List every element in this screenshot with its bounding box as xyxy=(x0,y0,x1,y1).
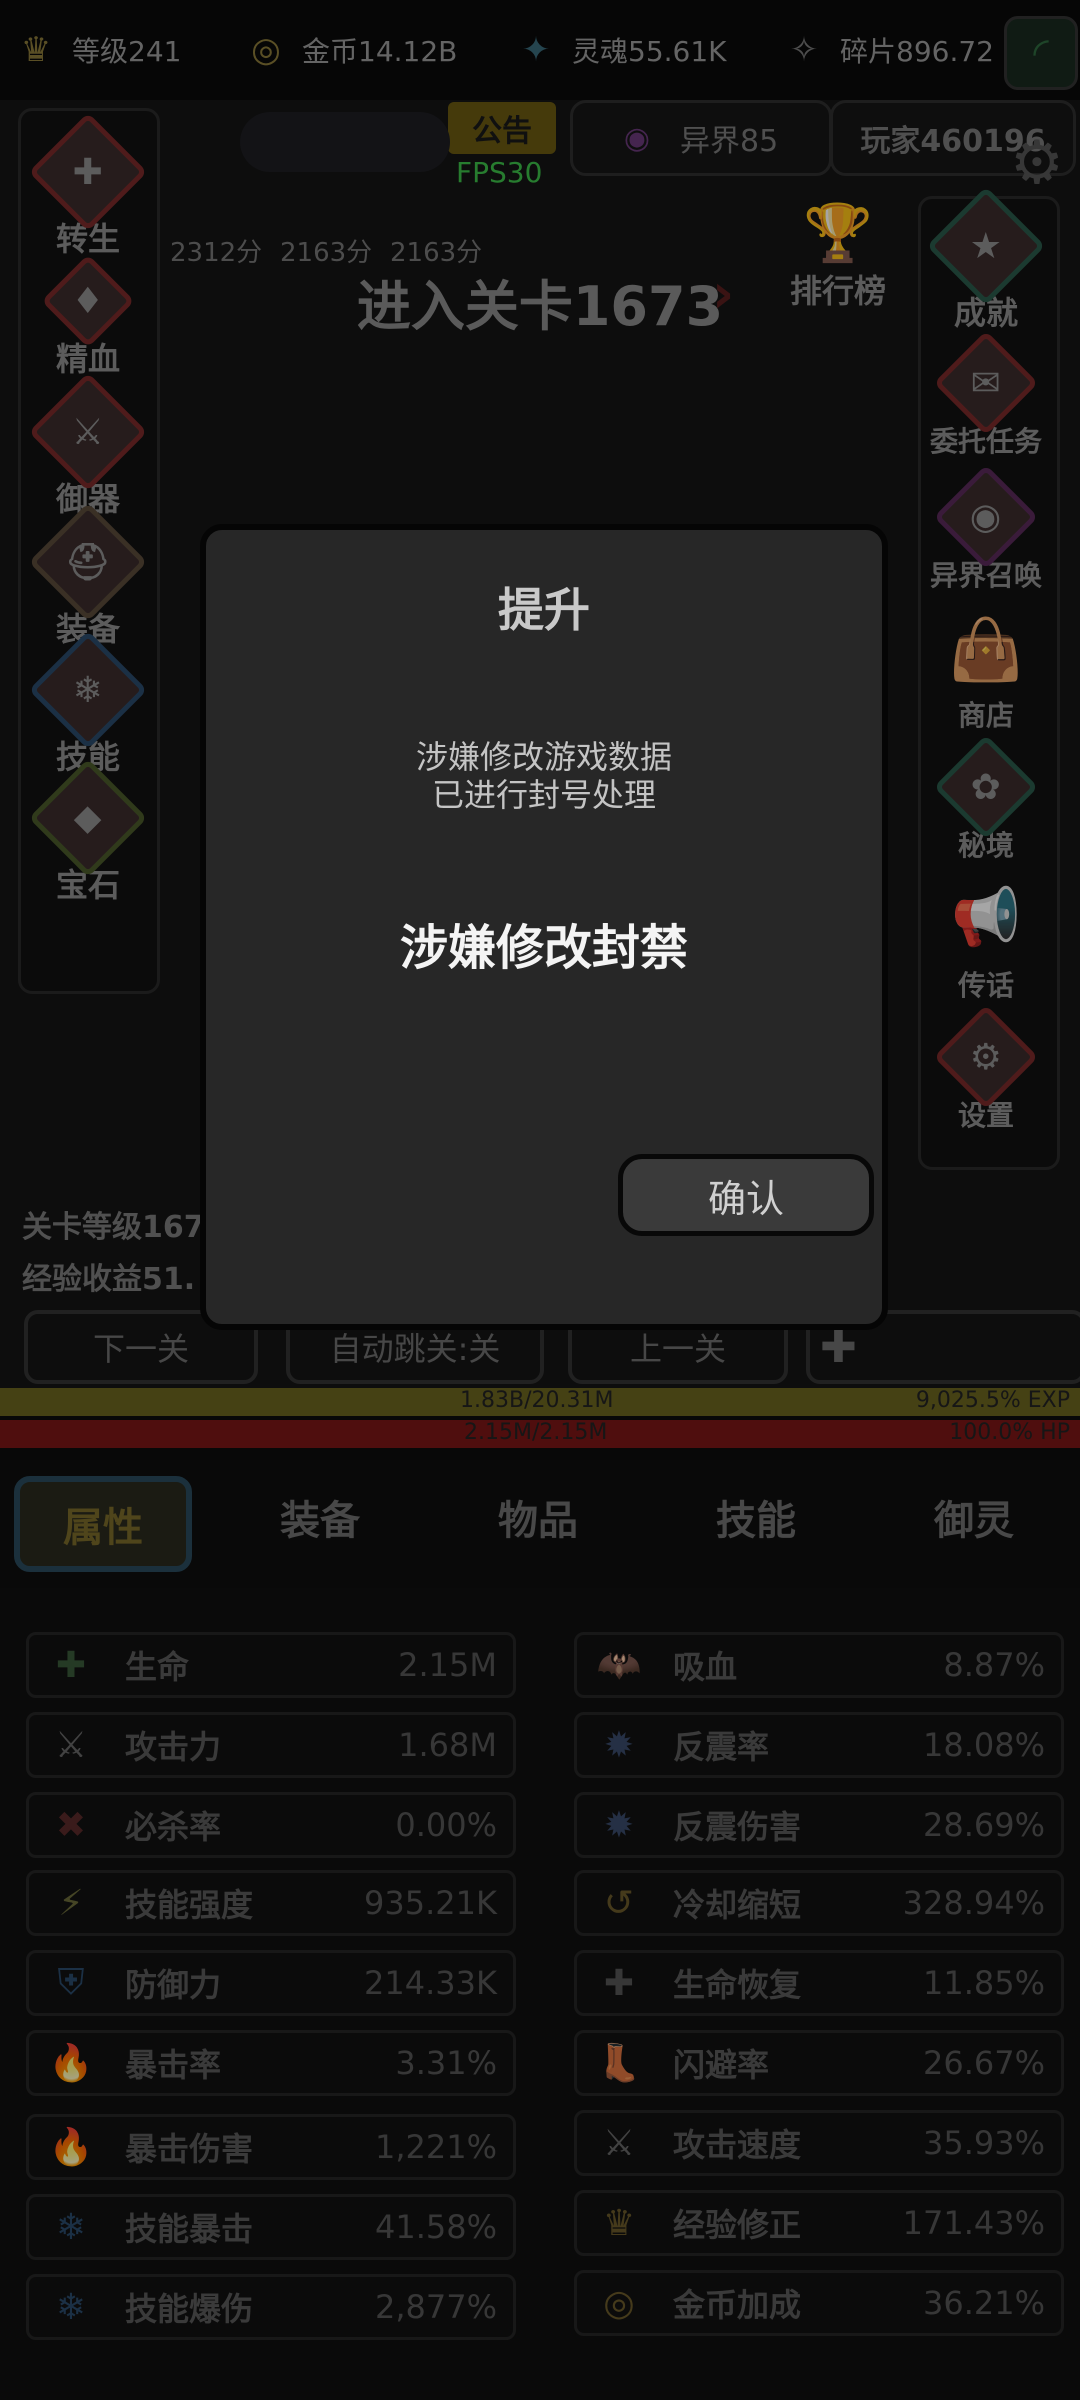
dialog-title: 提升 xyxy=(498,583,590,637)
confirm-button[interactable]: 确认 xyxy=(618,1154,874,1236)
dialog-headline: 涉嫌修改封禁 xyxy=(399,920,688,976)
dialog-message: 涉嫌修改游戏数据 已进行封号处理 xyxy=(415,738,672,814)
ban-dialog: 提升 涉嫌修改游戏数据 已进行封号处理 涉嫌修改封禁 确认 xyxy=(200,524,888,1330)
